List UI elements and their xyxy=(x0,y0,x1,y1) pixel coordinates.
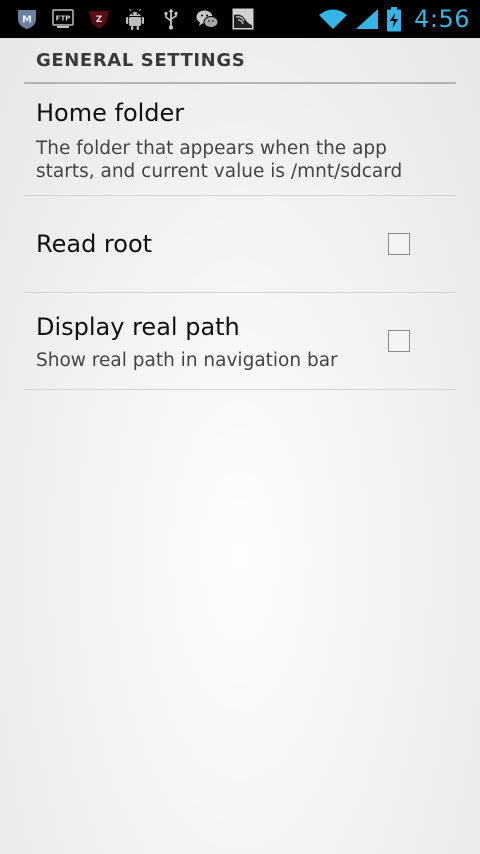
read-root-checkbox[interactable] xyxy=(388,233,410,255)
settings-list: GENERAL SETTINGS Home folder The folder … xyxy=(24,38,456,390)
pref-home-folder[interactable]: Home folder The folder that appears when… xyxy=(24,84,456,196)
battery-charging-icon xyxy=(386,6,402,32)
pref-home-folder-summary: The folder that appears when the app sta… xyxy=(36,138,403,182)
wechat-icon xyxy=(195,7,219,31)
svg-text:FTP: FTP xyxy=(56,15,71,23)
pref-display-real-path-title: Display real path xyxy=(36,313,240,341)
pref-read-root[interactable]: Read root xyxy=(24,196,456,293)
pref-read-root-title: Read root xyxy=(36,230,153,258)
cell-signal-icon xyxy=(354,7,380,31)
svg-text:M: M xyxy=(22,15,32,26)
status-bar: M FTP Z 4:56 xyxy=(0,0,480,38)
display-real-path-checkbox[interactable] xyxy=(388,330,410,352)
android-debug-icon xyxy=(123,7,147,31)
pref-home-folder-title: Home folder xyxy=(36,99,185,127)
category-header: GENERAL SETTINGS xyxy=(24,38,456,84)
svg-text:Z: Z xyxy=(96,15,103,25)
zedge-icon: Z xyxy=(87,7,111,31)
ftp-icon: FTP xyxy=(51,7,75,31)
usb-icon xyxy=(159,7,183,31)
gallery-icon xyxy=(231,7,255,31)
pref-display-real-path[interactable]: Display real path Show real path in navi… xyxy=(24,293,456,390)
malwarebytes-icon: M xyxy=(15,7,39,31)
pref-display-real-path-summary: Show real path in navigation bar xyxy=(36,350,338,371)
status-clock: 4:56 xyxy=(414,5,470,33)
wifi-icon xyxy=(318,7,348,31)
status-right-group: 4:56 xyxy=(318,0,470,38)
